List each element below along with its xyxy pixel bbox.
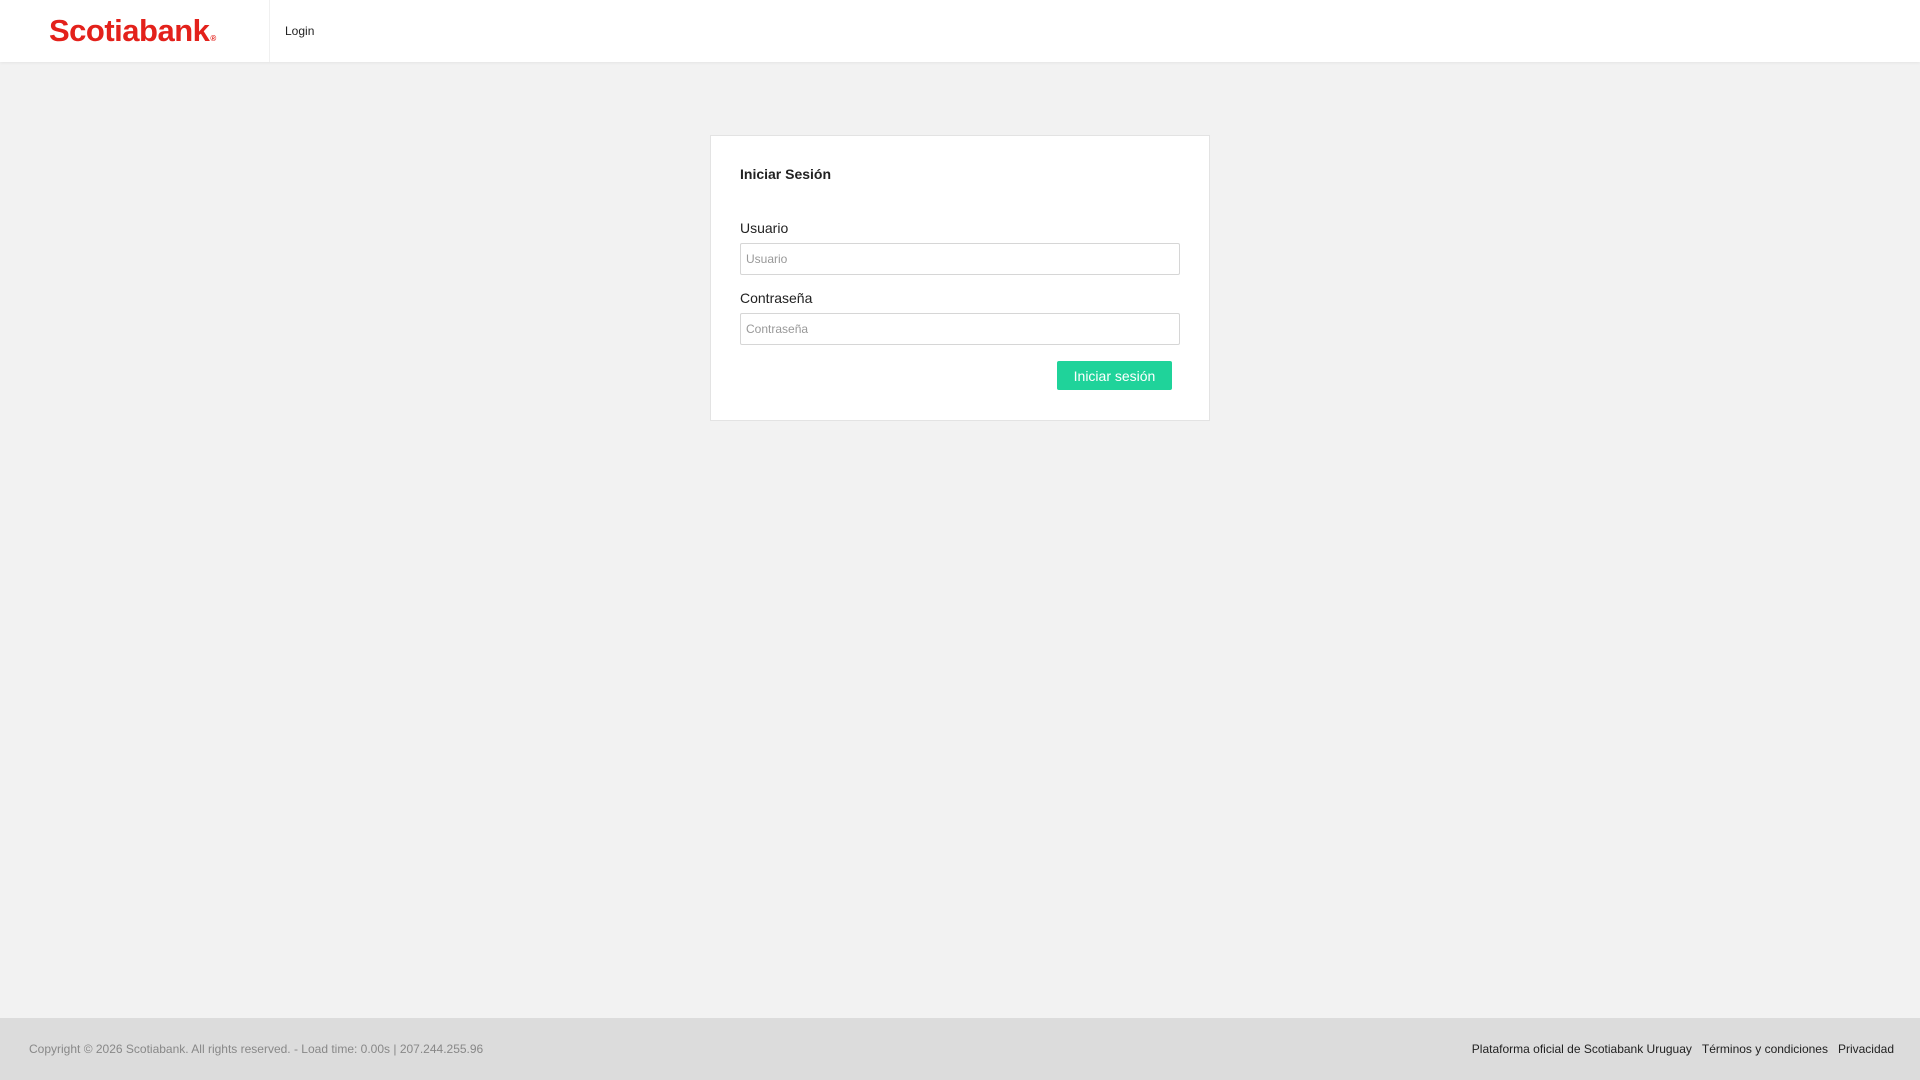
scotiabank-logo[interactable]: Scotiabank® xyxy=(49,13,216,57)
username-input[interactable] xyxy=(740,243,1180,275)
username-label: Usuario xyxy=(740,220,789,236)
login-submit-button[interactable]: Iniciar sesión xyxy=(1057,361,1172,390)
password-label: Contraseña xyxy=(740,290,813,306)
footer-links: Plataforma oficial de Scotiabank Uruguay… xyxy=(1472,1042,1894,1056)
footer: Copyright © 2026 Scotiabank. All rights … xyxy=(0,1018,1920,1080)
login-title: Iniciar Sesión xyxy=(740,166,832,182)
nav-login-link[interactable]: Login xyxy=(285,24,314,38)
logo-area: Scotiabank® xyxy=(0,0,270,62)
footer-link-privacy[interactable]: Privacidad xyxy=(1838,1042,1894,1056)
logo-text: Scotiabank xyxy=(49,13,210,48)
footer-link-official-platform[interactable]: Plataforma oficial de Scotiabank Uruguay xyxy=(1472,1042,1692,1056)
login-card: Iniciar Sesión Usuario Contraseña Inicia… xyxy=(710,135,1210,421)
password-input[interactable] xyxy=(740,313,1180,345)
copyright-text: Copyright © 2026 Scotiabank. All rights … xyxy=(29,1042,484,1056)
registered-mark: ® xyxy=(210,34,216,43)
footer-link-terms[interactable]: Términos y condiciones xyxy=(1702,1042,1828,1056)
top-header: Scotiabank® Login xyxy=(0,0,1920,62)
